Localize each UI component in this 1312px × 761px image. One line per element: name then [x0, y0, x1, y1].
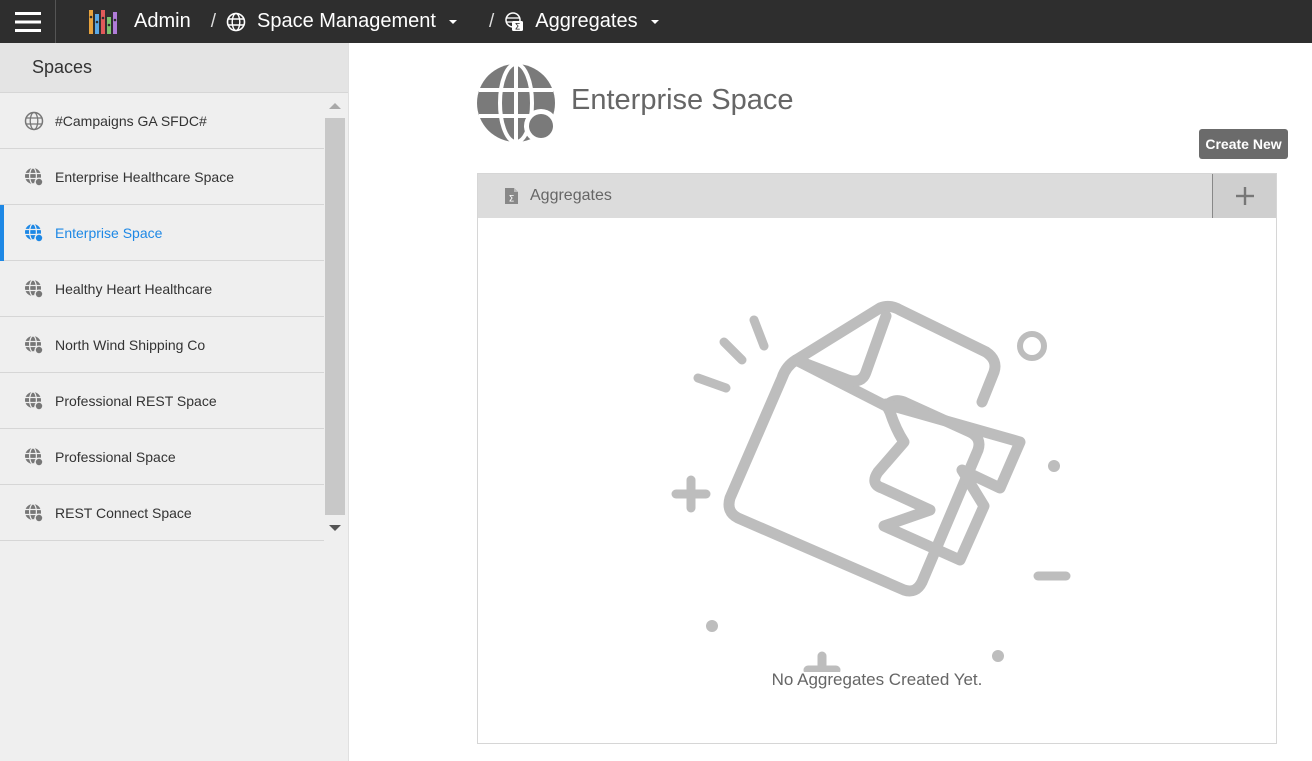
space-item-label: Healthy Heart Healthcare [55, 280, 213, 297]
globe-icon [24, 111, 44, 131]
breadcrumb-separator: / [210, 10, 216, 32]
space-item-label: North Wind Shipping Co [55, 336, 206, 353]
aggregates-icon: Σ [502, 186, 522, 206]
aggregates-panel-header: Σ Aggregates [478, 174, 1276, 218]
breadcrumb-separator: / [489, 10, 495, 32]
sidebar-scrollbar[interactable] [324, 93, 346, 542]
top-bar: Admin / Space Management / Σ Aggregates [0, 0, 1312, 43]
aggregates-panel: Σ Aggregates No Aggregates Created Yet. [477, 173, 1277, 744]
sidebar-title: Spaces [0, 43, 348, 93]
breadcrumb-space-management-label: Space Management [256, 10, 436, 32]
space-item-healthy-heart[interactable]: Healthy Heart Healthcare [0, 261, 324, 317]
aggregates-panel-title: Aggregates [530, 187, 612, 204]
breadcrumb-admin[interactable]: Admin [134, 10, 191, 33]
chevron-down-icon [650, 19, 659, 24]
plus-icon [1235, 187, 1254, 205]
app-logo-icon[interactable] [88, 8, 118, 36]
breadcrumb-aggregates-label: Aggregates [535, 10, 638, 32]
space-item-label: Enterprise Healthcare Space [55, 168, 234, 185]
empty-aggregates-illustration [671, 300, 1071, 672]
space-item-professional[interactable]: Professional Space [0, 429, 324, 485]
space-item-label: Professional Space [55, 448, 176, 465]
globe-dot-icon [24, 334, 44, 355]
scroll-up-arrow-icon[interactable] [329, 103, 341, 109]
globe-dot-icon [24, 222, 44, 243]
globe-dot-icon [24, 166, 44, 187]
scroll-down-arrow-icon[interactable] [329, 525, 341, 531]
add-aggregate-button[interactable] [1212, 174, 1276, 218]
space-item-label: #Campaigns GA SFDC# [55, 112, 207, 129]
space-item-rest-connect[interactable]: REST Connect Space [0, 485, 324, 541]
empty-state-message: No Aggregates Created Yet. [771, 670, 983, 689]
hamburger-menu-button[interactable] [0, 0, 56, 43]
chevron-down-icon [449, 19, 457, 24]
breadcrumb-space-management[interactable]: Space Management [226, 10, 457, 33]
create-new-button[interactable]: Create New [1199, 129, 1288, 159]
main-content: Enterprise Space Create New Σ Aggregates [349, 43, 1312, 761]
globe-dot-icon [24, 446, 44, 467]
space-item-north-wind[interactable]: North Wind Shipping Co [0, 317, 324, 373]
globe-dot-icon [24, 278, 44, 299]
space-item-enterprise-space[interactable]: Enterprise Space [0, 205, 324, 261]
aggregates-icon: Σ [504, 11, 526, 33]
space-item-professional-rest[interactable]: Professional REST Space [0, 373, 324, 429]
svg-text:Σ: Σ [515, 22, 521, 32]
spaces-sidebar: Spaces #Campaigns GA SFDC# Enterprise He… [0, 43, 349, 761]
globe-icon [226, 11, 248, 33]
space-item-enterprise-healthcare[interactable]: Enterprise Healthcare Space [0, 149, 324, 205]
space-item-label: Enterprise Space [55, 224, 163, 241]
globe-dot-icon [24, 502, 44, 523]
breadcrumb-aggregates[interactable]: Σ Aggregates [504, 10, 659, 33]
scrollbar-thumb[interactable] [325, 118, 345, 515]
space-item-campaigns-ga-sfdc[interactable]: #Campaigns GA SFDC# [0, 93, 324, 149]
hamburger-icon [14, 11, 41, 32]
page-title: Enterprise Space [571, 84, 794, 116]
space-list: #Campaigns GA SFDC# Enterprise Healthcar… [0, 93, 324, 541]
globe-dot-icon [24, 390, 44, 411]
space-item-label: REST Connect Space [55, 504, 192, 521]
space-item-label: Professional REST Space [55, 392, 217, 409]
space-globe-icon [477, 63, 558, 144]
svg-text:Σ: Σ [509, 195, 515, 205]
